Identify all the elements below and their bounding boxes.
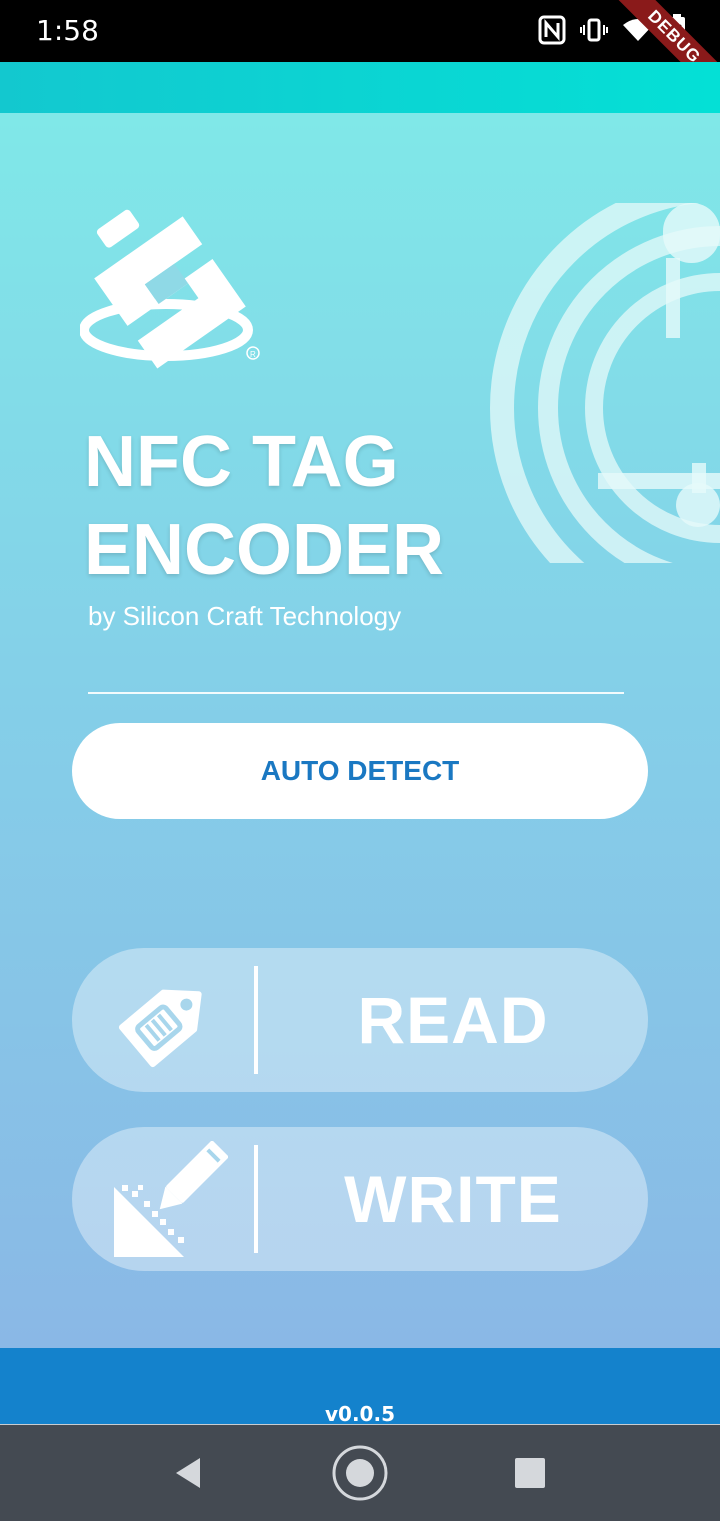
- app-title-line2: ENCODER: [84, 510, 445, 590]
- silicon-craft-logo-icon: R: [80, 209, 260, 369]
- svg-text:R: R: [250, 350, 256, 359]
- home-icon: [332, 1445, 388, 1501]
- tag-icon: [118, 989, 202, 1068]
- app-title-line1: NFC TAG: [84, 422, 399, 502]
- write-pen-icon: [114, 1141, 228, 1257]
- main-content: R NFC TAG ENCODER by Silicon Craft Techn…: [0, 113, 720, 1348]
- back-icon: [176, 1458, 200, 1488]
- divider: [88, 692, 624, 694]
- recents-icon: [515, 1458, 545, 1488]
- read-button[interactable]: READ: [72, 948, 648, 1092]
- footer: v0.0.5: [0, 1348, 720, 1426]
- write-label: WRITE: [344, 1162, 562, 1236]
- status-time: 1:58: [36, 14, 99, 47]
- vibrate-icon: [580, 16, 608, 49]
- auto-detect-button[interactable]: AUTO DETECT: [72, 723, 648, 819]
- status-bar: 1:58 93: [0, 0, 720, 62]
- nav-recents-button[interactable]: [502, 1445, 558, 1501]
- version-label: v0.0.5: [325, 1402, 395, 1426]
- system-nav-bar: [0, 1424, 720, 1521]
- nav-home-button[interactable]: [332, 1445, 388, 1501]
- nfc-watermark-icon: [490, 203, 720, 563]
- app-subtitle: by Silicon Craft Technology: [88, 601, 402, 631]
- app-bar: [0, 62, 720, 113]
- nfc-icon: [538, 15, 566, 50]
- write-button[interactable]: WRITE: [72, 1127, 648, 1271]
- read-label: READ: [357, 983, 549, 1057]
- auto-detect-label: AUTO DETECT: [260, 755, 460, 786]
- nav-back-button[interactable]: [160, 1445, 216, 1501]
